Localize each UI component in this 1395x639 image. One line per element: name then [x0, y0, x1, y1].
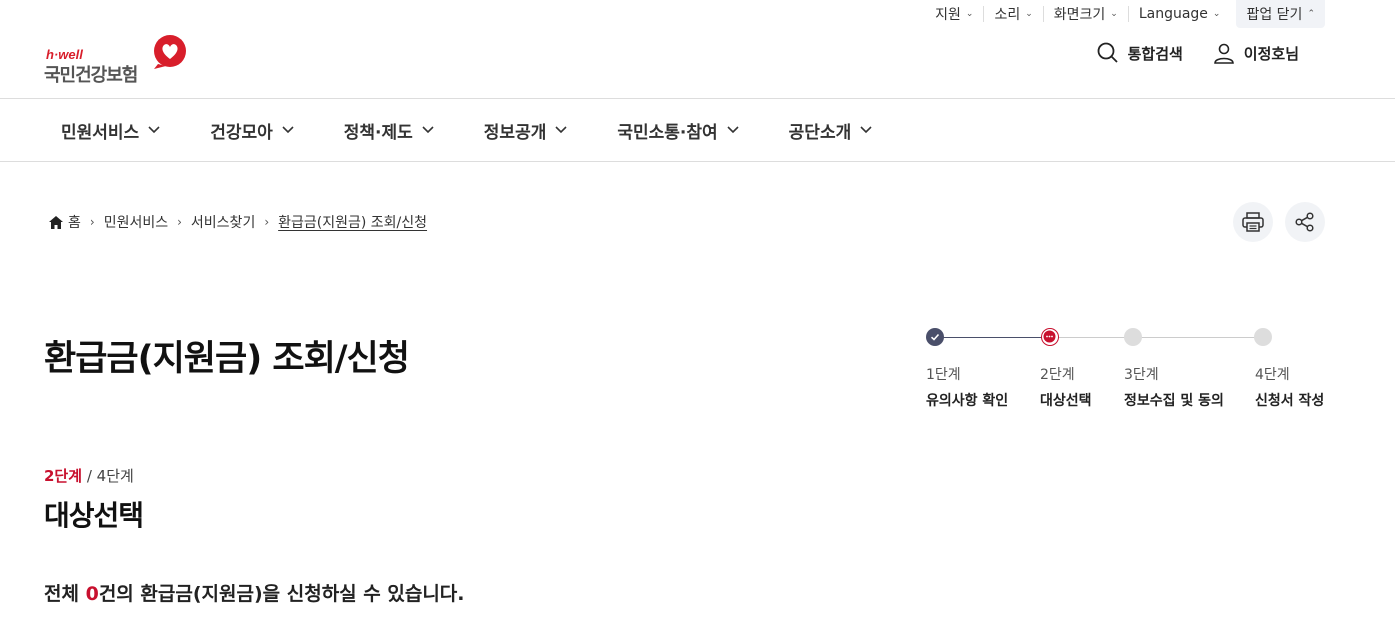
logo[interactable]: h·well 국민건강보험 — [44, 34, 194, 86]
chevron-down-icon: ⌄ — [1212, 9, 1221, 19]
gnb-label: 민원서비스 — [61, 122, 140, 143]
gnb-label: 건강모아 — [210, 122, 273, 143]
breadcrumb: 홈 › 민원서비스 › 서비스찾기 › 환급금(지원금) 조회/신청 — [49, 212, 427, 232]
summary-suffix: 건의 환급금(지원금)을 신청하실 수 있습니다. — [98, 583, 465, 605]
gnb-item-civil-service[interactable]: 민원서비스 — [61, 118, 160, 143]
gnb-label: 정책·제도 — [343, 122, 413, 143]
progress-stepper: 1단계 유의사항 확인 2단계 대상선택 3단계 정보수집 및 동의 4단계 신… — [926, 328, 1326, 418]
gnb-label: 국민소통·참여 — [617, 122, 718, 143]
chevron-down-icon — [727, 126, 739, 134]
gnb-item-health-moa[interactable]: 건강모아 — [210, 118, 294, 143]
chevron-down-icon: ⌄ — [1110, 9, 1118, 19]
gnb-item-about[interactable]: 공단소개 — [789, 118, 873, 143]
step-1-done-icon — [926, 328, 944, 346]
support-menu[interactable]: 지원 ⌄ — [925, 6, 983, 23]
gnb-item-participation[interactable]: 국민소통·참여 — [617, 118, 739, 143]
heart-logo-icon — [154, 35, 186, 69]
search-icon — [1097, 42, 1118, 63]
chevron-up-icon: ⌃ — [1307, 9, 1315, 19]
step-4-label: 4단계 — [1255, 367, 1290, 383]
step-counter-total: / 4단계 — [86, 467, 134, 485]
gnb-item-info-disclosure[interactable]: 정보공개 — [484, 118, 568, 143]
sound-label: 소리 — [994, 7, 1021, 23]
logo-name: 국민건강보험 — [44, 65, 138, 86]
section-title: 대상선택 — [44, 499, 144, 532]
step-2-label: 2단계 — [1040, 367, 1075, 383]
unified-search-label: 통합검색 — [1127, 44, 1183, 63]
screen-size-menu[interactable]: 화면크기 ⌄ — [1042, 6, 1128, 23]
print-button[interactable] — [1233, 202, 1273, 242]
user-icon — [1213, 43, 1234, 64]
step-3-label: 3단계 — [1124, 367, 1159, 383]
step-1-name: 유의사항 확인 — [926, 393, 1009, 409]
language-menu[interactable]: Language ⌄ — [1127, 6, 1231, 22]
global-nav: 민원서비스 건강모아 정책·제도 정보공개 국민소통·참여 공단소개 — [0, 98, 1395, 162]
chevron-down-icon — [422, 126, 434, 134]
chevron-down-icon — [555, 126, 567, 134]
breadcrumb-civil-service[interactable]: 민원서비스 — [104, 212, 168, 232]
stepper-line-todo — [1050, 337, 1263, 338]
chevron-down-icon — [148, 126, 160, 134]
share-button[interactable] — [1285, 202, 1325, 242]
user-menu[interactable]: 이정호님 — [1213, 42, 1299, 64]
step-counter-current: 2단계 — [44, 467, 83, 485]
popup-close-button[interactable]: 팝업 닫기 ⌃ — [1236, 0, 1325, 28]
share-icon — [1295, 212, 1314, 232]
stepper-line-done — [935, 337, 1050, 338]
chevron-right-icon: › — [177, 215, 182, 229]
breadcrumb-current[interactable]: 환급금(지원금) 조회/신청 — [278, 212, 427, 232]
gnb-label: 공단소개 — [788, 122, 852, 143]
breadcrumb-service-find[interactable]: 서비스찾기 — [191, 212, 255, 232]
summary-count: 0 — [85, 583, 99, 605]
gnb-item-policy[interactable]: 정책·제도 — [344, 118, 434, 143]
chevron-down-icon — [282, 126, 294, 134]
step-4-todo-icon — [1254, 328, 1272, 346]
print-icon — [1242, 212, 1264, 232]
summary-prefix: 전체 — [44, 583, 86, 605]
step-1-label: 1단계 — [926, 367, 961, 383]
step-2-current-icon — [1041, 328, 1059, 346]
breadcrumb-home[interactable]: 홈 — [68, 212, 81, 232]
step-2-name: 대상선택 — [1040, 393, 1092, 409]
chevron-down-icon — [860, 126, 872, 134]
utility-bar: 지원 ⌄ 소리 ⌄ 화면크기 ⌄ Language ⌄ 팝업 닫기 ⌃ — [925, 0, 1325, 28]
support-label: 지원 — [935, 7, 961, 23]
language-label: Language — [1138, 6, 1208, 22]
home-icon — [49, 215, 63, 229]
logo-tagline: h·well — [46, 47, 83, 62]
step-4-name: 신청서 작성 — [1255, 393, 1325, 409]
chevron-right-icon: › — [264, 215, 270, 229]
step-counter: 2단계 / 4단계 — [44, 465, 134, 486]
popup-close-label: 팝업 닫기 — [1246, 7, 1303, 23]
page-tools — [1233, 202, 1325, 242]
chevron-down-icon: ⌄ — [1025, 9, 1033, 19]
sound-menu[interactable]: 소리 ⌄ — [983, 6, 1042, 23]
step-3-todo-icon — [1124, 328, 1142, 346]
header-actions: 통합검색 이정호님 — [1097, 42, 1299, 64]
step-3-name: 정보수집 및 동의 — [1124, 393, 1224, 409]
result-summary: 전체 0건의 환급금(지원금)을 신청하실 수 있습니다. — [44, 579, 465, 606]
chevron-right-icon: › — [89, 215, 95, 229]
page-title: 환급금(지원금) 조회/신청 — [44, 339, 410, 379]
gnb-label: 정보공개 — [483, 122, 547, 143]
user-name: 이정호님 — [1243, 44, 1299, 63]
chevron-down-icon: ⌄ — [965, 9, 974, 19]
unified-search-button[interactable]: 통합검색 — [1097, 42, 1183, 64]
screen-size-label: 화면크기 — [1053, 7, 1106, 23]
